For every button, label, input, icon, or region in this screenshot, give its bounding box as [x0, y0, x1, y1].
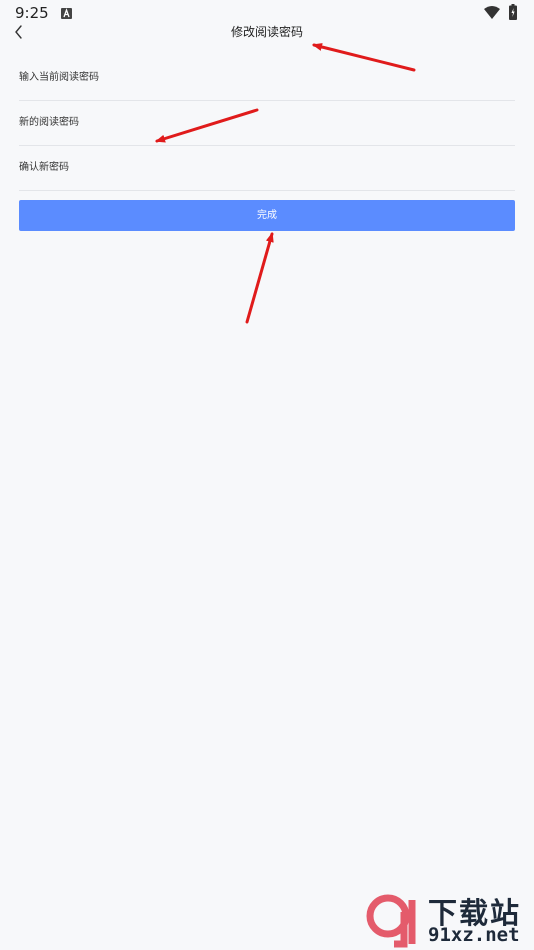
current-password-input[interactable]: [19, 54, 515, 100]
page-header: 修改阅读密码: [0, 22, 534, 44]
page-title: 修改阅读密码: [230, 25, 303, 39]
new-password-input[interactable]: [19, 99, 515, 145]
status-time: 9:25: [15, 4, 49, 22]
current-password-field: [19, 54, 515, 101]
watermark-domain: 91xz.net: [428, 924, 520, 946]
watermark: 下载站 91xz.net: [366, 890, 532, 948]
watermark-logo-icon: [366, 894, 416, 948]
confirm-password-input[interactable]: [19, 144, 515, 190]
battery-charging-icon: [509, 4, 517, 20]
new-password-field: [19, 99, 515, 146]
wifi-icon: [484, 6, 500, 19]
confirm-password-field: [19, 144, 515, 191]
annotation-arrow-button: [245, 232, 274, 324]
app-notification-icon: [61, 8, 72, 19]
done-button[interactable]: 完成: [19, 200, 515, 231]
